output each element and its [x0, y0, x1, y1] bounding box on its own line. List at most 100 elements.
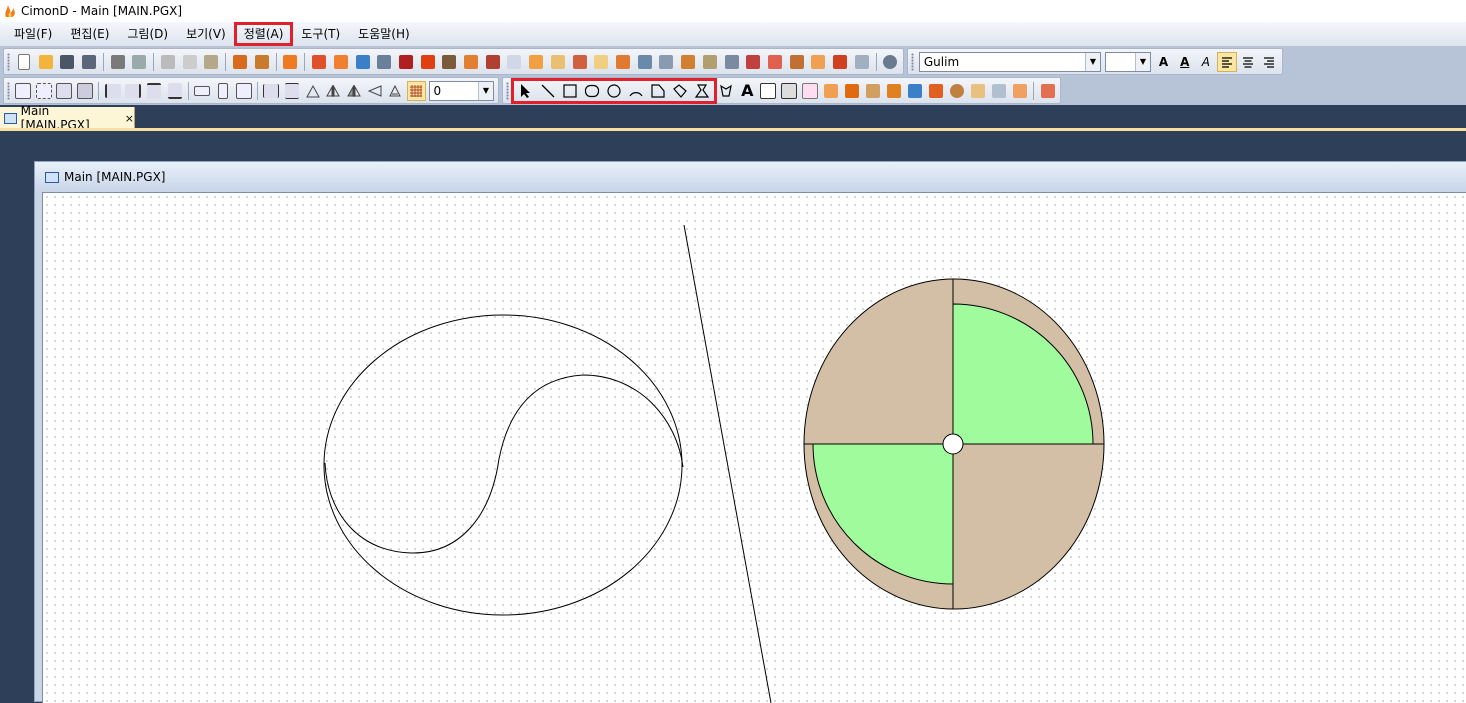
align-bottom-objects-button[interactable]: [165, 81, 184, 101]
tool-button-23[interactable]: [787, 52, 807, 72]
font-name-combo[interactable]: Gulim ▼: [918, 51, 1101, 72]
align-right-objects-button[interactable]: [124, 81, 143, 101]
ellipse-tool-button[interactable]: [604, 81, 624, 101]
line-tool-button[interactable]: [538, 81, 558, 101]
tool-button-11[interactable]: [526, 52, 546, 72]
rotate-button[interactable]: [386, 81, 405, 101]
freeform-tool-button[interactable]: [692, 81, 712, 101]
paste-button[interactable]: [202, 52, 222, 72]
menu-help[interactable]: 도움말(H): [350, 24, 418, 44]
quadrant-bottom-left[interactable]: [812, 443, 954, 585]
script-tool-button[interactable]: [843, 81, 862, 101]
tool-button-15[interactable]: [613, 52, 633, 72]
align-top-objects-button[interactable]: [145, 81, 164, 101]
library-tool-button[interactable]: [1038, 81, 1057, 101]
drawing-canvas[interactable]: [42, 192, 1466, 703]
tool-button-9[interactable]: [483, 52, 503, 72]
alarm-tool-button[interactable]: [822, 81, 841, 101]
toolbar-grip[interactable]: [7, 81, 10, 100]
tab-main[interactable]: Main [MAIN.PGX] ×: [0, 104, 135, 132]
flip-vertical-button[interactable]: [303, 81, 322, 101]
font-size-combo[interactable]: ▼: [1104, 51, 1151, 72]
trend-tool-button[interactable]: [801, 81, 820, 101]
new-file-button[interactable]: [14, 52, 34, 72]
same-width-button[interactable]: [262, 81, 281, 101]
save-all-button[interactable]: [79, 52, 99, 72]
table-tool-button[interactable]: [864, 81, 883, 101]
free-shape-button[interactable]: [717, 81, 736, 101]
tool-button-4[interactable]: [374, 52, 394, 72]
cut-button[interactable]: [158, 52, 178, 72]
tool-button-3[interactable]: [353, 52, 373, 72]
menu-draw[interactable]: 그림(D): [119, 24, 176, 44]
delete-button[interactable]: [281, 52, 301, 72]
text-tool-button[interactable]: A: [738, 81, 757, 101]
s-curve-shape[interactable]: [324, 374, 684, 554]
report-tool-button[interactable]: [968, 81, 987, 101]
align-right-button[interactable]: [1260, 52, 1279, 72]
quadrant-top-right[interactable]: [952, 303, 1094, 445]
tool-button-6[interactable]: [418, 52, 438, 72]
italic-button[interactable]: A: [1196, 52, 1215, 72]
tool-button-16[interactable]: [635, 52, 655, 72]
same-height-button[interactable]: [283, 81, 302, 101]
save-button[interactable]: [57, 52, 77, 72]
large-ellipse-shape[interactable]: [323, 314, 683, 616]
button-tool-button[interactable]: [780, 81, 799, 101]
copy-button[interactable]: [180, 52, 200, 72]
menu-arrange[interactable]: 정렬(A): [233, 22, 294, 46]
tool-button-17[interactable]: [657, 52, 677, 72]
menu-file[interactable]: 파일(F): [6, 24, 60, 44]
center-horizontal-button[interactable]: [193, 81, 212, 101]
arc-tool-button[interactable]: [626, 81, 646, 101]
align-center-button[interactable]: [1239, 52, 1258, 72]
send-back-button[interactable]: [76, 81, 95, 101]
tool-button-19[interactable]: [700, 52, 720, 72]
replace-button[interactable]: [252, 52, 272, 72]
image-tool-button[interactable]: [1010, 81, 1029, 101]
tool-button-21[interactable]: [743, 52, 763, 72]
underline-button[interactable]: A: [1175, 52, 1194, 72]
tool-button-5[interactable]: [396, 52, 416, 72]
tool-button-7[interactable]: [440, 52, 460, 72]
rectangle-tool-button[interactable]: [560, 81, 580, 101]
child-window-title-bar[interactable]: Main [MAIN.PGX]: [35, 162, 1466, 192]
tool-button-18[interactable]: [678, 52, 698, 72]
toolbar-grip[interactable]: [911, 52, 914, 71]
meter-tool-button[interactable]: [947, 81, 966, 101]
picture-tool-button[interactable]: [989, 81, 1008, 101]
menu-view[interactable]: 보기(V): [178, 24, 234, 44]
toolbar-grip[interactable]: [506, 81, 509, 100]
tool-button-1[interactable]: [309, 52, 329, 72]
select-pointer-button[interactable]: [516, 81, 536, 101]
mirror-button[interactable]: [345, 81, 364, 101]
grid-tool-button[interactable]: [926, 81, 945, 101]
tool-button-26[interactable]: [852, 52, 872, 72]
tool-button-25[interactable]: [830, 52, 850, 72]
chevron-down-icon[interactable]: ▼: [478, 81, 493, 100]
group-button[interactable]: [14, 81, 33, 101]
toolbar-grip[interactable]: [7, 52, 10, 71]
center-both-button[interactable]: [234, 81, 253, 101]
grid-size-combo[interactable]: 0 ▼: [428, 80, 494, 101]
chevron-down-icon[interactable]: ▼: [1084, 52, 1100, 71]
print-preview-button[interactable]: [129, 52, 149, 72]
align-left-objects-button[interactable]: [103, 81, 122, 101]
polygon-tool-button[interactable]: [648, 81, 668, 101]
rotate-left-button[interactable]: [365, 81, 384, 101]
tool-button-12[interactable]: [548, 52, 568, 72]
tool-button-13[interactable]: [570, 52, 590, 72]
center-vertical-button[interactable]: [214, 81, 233, 101]
help-button[interactable]: [881, 52, 901, 72]
menu-tools[interactable]: 도구(T): [293, 24, 348, 44]
bar-chart-tool-button[interactable]: [884, 81, 903, 101]
close-icon[interactable]: ×: [125, 112, 134, 125]
tag-tool-button[interactable]: [759, 81, 778, 101]
bring-front-button[interactable]: [55, 81, 74, 101]
ungroup-button[interactable]: [34, 81, 53, 101]
print-button[interactable]: [108, 52, 128, 72]
tool-button-24[interactable]: [808, 52, 828, 72]
bold-button[interactable]: A: [1154, 52, 1173, 72]
align-left-button[interactable]: [1217, 51, 1237, 72]
flip-horizontal-button[interactable]: [324, 81, 343, 101]
